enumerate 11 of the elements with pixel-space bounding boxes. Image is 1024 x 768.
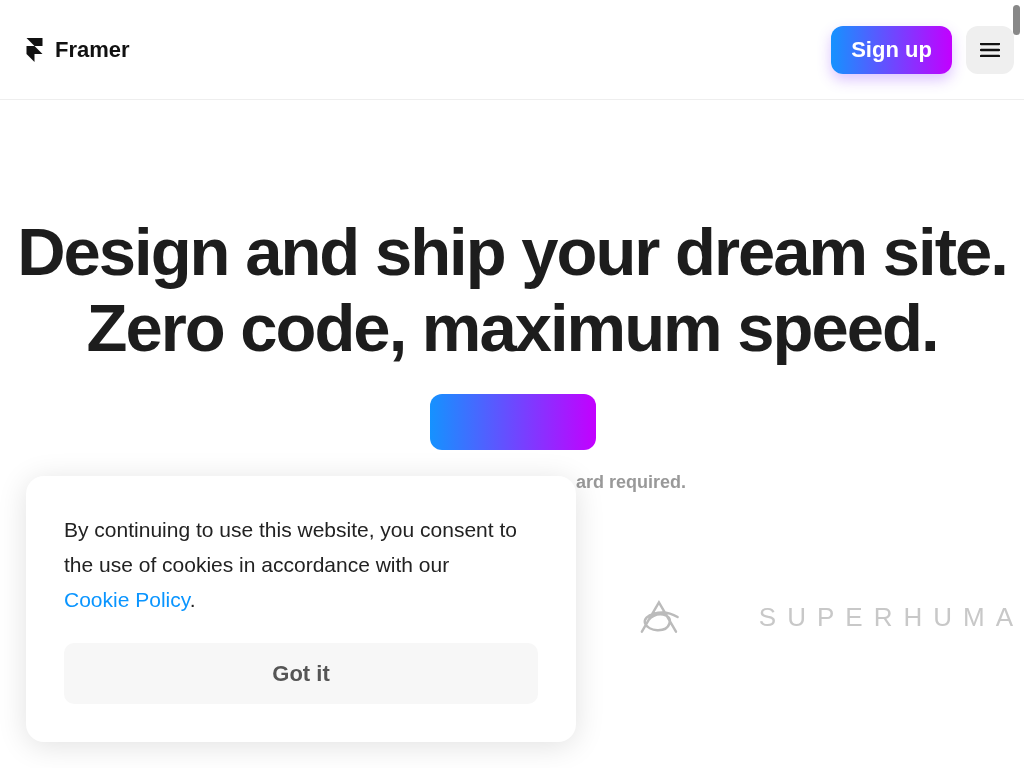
menu-button[interactable] bbox=[966, 25, 1014, 74]
got-it-button[interactable]: Got it bbox=[64, 643, 538, 704]
signup-button[interactable]: Sign up bbox=[831, 25, 952, 74]
cookie-message: By continuing to use this website, you consent to the use of cookies in accordance with our Cookie Policy. bbox=[64, 517, 518, 613]
brand-name[interactable]: Framer bbox=[55, 36, 130, 63]
caption-text: ard required. bbox=[576, 472, 687, 492]
menu-icon bbox=[980, 42, 1000, 57]
framer-logo-icon bbox=[26, 37, 43, 62]
cta-button[interactable] bbox=[430, 394, 596, 450]
hero-headline: Design and ship your dream site. Zero code, maximum speed. bbox=[16, 214, 1008, 366]
scrollbar-thumb[interactable] bbox=[1013, 5, 1020, 35]
